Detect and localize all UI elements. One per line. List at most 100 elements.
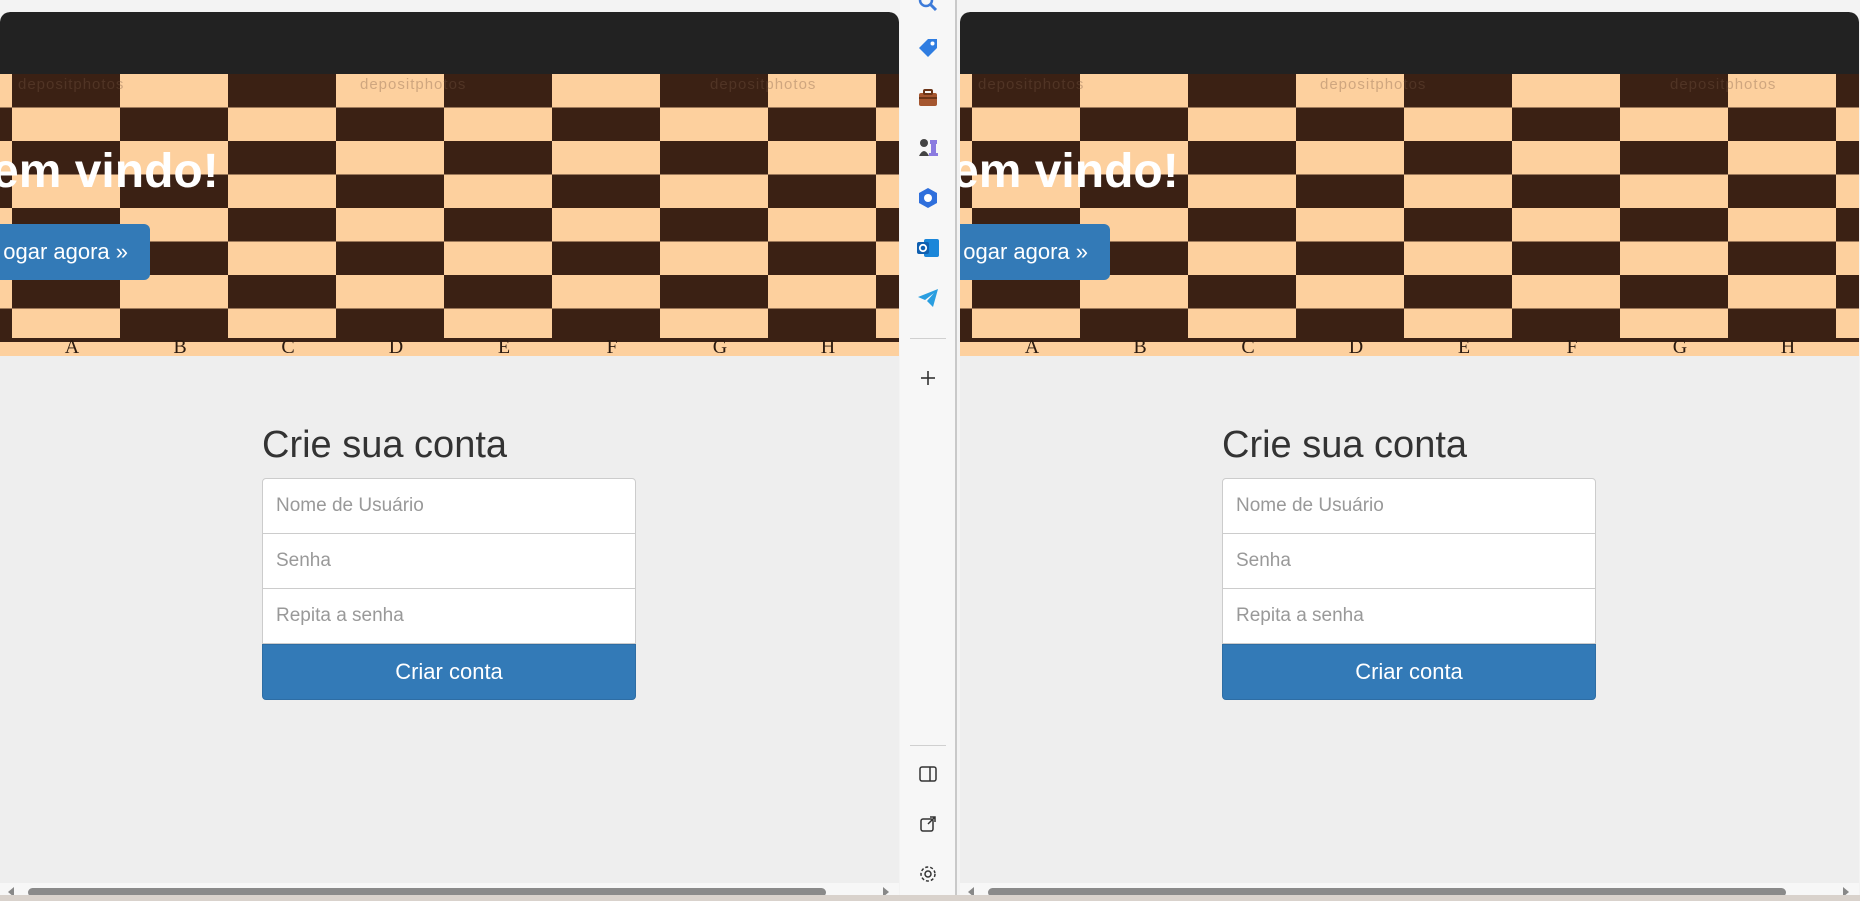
file-label: D <box>388 336 404 356</box>
shopping-tag-icon[interactable] <box>914 34 942 62</box>
board-square-dark <box>660 275 768 309</box>
board-square-dark <box>1188 208 1296 242</box>
password-input[interactable] <box>262 533 636 589</box>
board-square-dark <box>120 107 228 141</box>
hero-banner: A B C D E F G H depositphotos depositpho… <box>960 74 1859 356</box>
board-square-dark <box>336 107 444 141</box>
browser-sidebar <box>900 0 956 901</box>
board-square-dark <box>1836 141 1859 175</box>
board-square-dark <box>1620 275 1728 309</box>
file-label: H <box>1780 336 1796 356</box>
split-divider[interactable] <box>955 0 957 901</box>
board-square-dark <box>768 174 876 208</box>
board-square-dark <box>960 308 972 342</box>
board-square-dark <box>1836 275 1859 309</box>
board-square-dark <box>1620 141 1728 175</box>
board-square-dark <box>960 107 972 141</box>
file-label: B <box>1133 336 1147 356</box>
board-square-dark <box>444 208 552 242</box>
chess-icon[interactable] <box>914 134 942 162</box>
username-input[interactable] <box>1222 478 1596 534</box>
board-square-dark <box>1188 141 1296 175</box>
board-square-dark <box>228 208 336 242</box>
board-square-dark <box>876 74 899 108</box>
board-square-dark <box>1080 107 1188 141</box>
board-square-dark <box>444 275 552 309</box>
board-square-dark <box>660 208 768 242</box>
signup-form: Crie sua conta Criar conta <box>262 424 636 700</box>
telegram-icon[interactable] <box>914 284 942 312</box>
board-square-dark <box>228 74 336 108</box>
board-square-dark <box>552 241 660 275</box>
watermark: depositphotos <box>1670 76 1777 93</box>
board-square-dark <box>1296 241 1404 275</box>
outlook-icon[interactable] <box>914 234 942 262</box>
form-title: Crie sua conta <box>262 424 508 466</box>
watermark: depositphotos <box>710 76 817 93</box>
repeat-password-input[interactable] <box>262 588 636 644</box>
repeat-password-input[interactable] <box>1222 588 1596 644</box>
play-now-button[interactable]: ogar agora » <box>960 224 1110 280</box>
signup-form: Crie sua conta Criar conta <box>1222 424 1596 700</box>
board-square-dark <box>336 174 444 208</box>
briefcase-icon[interactable] <box>914 84 942 112</box>
board-square-dark <box>1836 208 1859 242</box>
board-square-dark <box>1728 241 1836 275</box>
file-label: F <box>606 336 618 356</box>
form-title: Crie sua conta <box>1222 424 1468 466</box>
watermark: depositphotos <box>18 76 125 93</box>
board-square-dark <box>1404 208 1512 242</box>
split-screen-icon[interactable] <box>914 760 942 788</box>
board-square-dark <box>876 141 899 175</box>
watermark: depositphotos <box>978 76 1085 93</box>
board-square-dark <box>0 107 12 141</box>
board-square-dark <box>1728 107 1836 141</box>
board-square-dark <box>1296 174 1404 208</box>
board-square-dark <box>12 275 120 309</box>
board-file-labels: A B C D E F G H <box>0 336 899 356</box>
file-label: E <box>1457 336 1471 356</box>
file-label: B <box>173 336 187 356</box>
board-square-dark <box>1404 275 1512 309</box>
board-square-dark <box>552 174 660 208</box>
file-label: D <box>1348 336 1364 356</box>
chessboard-image <box>960 74 1859 342</box>
hero-title: em vindo! <box>0 145 219 198</box>
board-square-dark <box>336 241 444 275</box>
watermark: depositphotos <box>360 76 467 93</box>
board-square-dark <box>1296 107 1404 141</box>
password-input[interactable] <box>1222 533 1596 589</box>
browser-pane-right: A B C D E F G H depositphotos depositpho… <box>960 12 1859 901</box>
sidebar-divider <box>910 745 946 746</box>
navbar <box>960 12 1859 74</box>
settings-icon[interactable] <box>914 860 942 888</box>
watermark: depositphotos <box>1320 76 1427 93</box>
play-now-button[interactable]: ogar agora » <box>0 224 150 280</box>
hero-banner: A B C D E F G H depositphotos depositpho… <box>0 74 899 356</box>
board-square-dark <box>1512 107 1620 141</box>
desktop-background-strip <box>0 895 1860 901</box>
username-input[interactable] <box>262 478 636 534</box>
file-label: C <box>281 336 295 356</box>
board-square-dark <box>0 308 12 342</box>
file-label: F <box>1566 336 1578 356</box>
board-square-dark <box>972 275 1080 309</box>
board-file-labels: A B C D E F G H <box>960 336 1859 356</box>
file-label: A <box>64 336 80 356</box>
copilot-icon[interactable] <box>914 184 942 212</box>
create-account-button[interactable]: Criar conta <box>262 644 636 700</box>
board-square-dark <box>1728 174 1836 208</box>
create-account-button[interactable]: Criar conta <box>1222 644 1596 700</box>
board-square-dark <box>876 208 899 242</box>
board-square-dark <box>660 141 768 175</box>
file-label: E <box>497 336 511 356</box>
file-label: G <box>712 336 728 356</box>
hero-title: em vindo! <box>960 145 1179 198</box>
add-icon[interactable] <box>914 364 942 392</box>
open-external-icon[interactable] <box>914 810 942 838</box>
search-icon[interactable] <box>914 0 942 16</box>
board-square-dark <box>768 241 876 275</box>
board-square-dark <box>1188 275 1296 309</box>
board-square-dark <box>552 107 660 141</box>
file-label: G <box>1672 336 1688 356</box>
